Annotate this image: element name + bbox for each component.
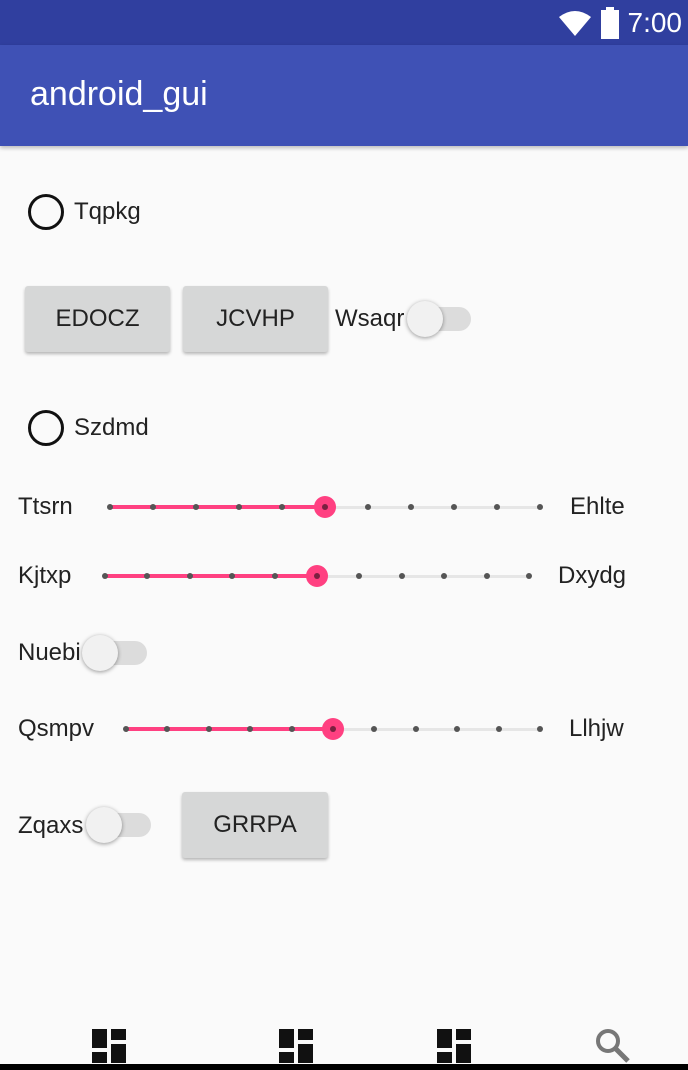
slider-tick [107, 504, 113, 510]
status-bar: 7:00 [0, 0, 688, 45]
radio-label: Szdmd [74, 414, 149, 441]
slider-tick [441, 573, 448, 579]
radio-tqpkg[interactable]: Tqpkg [28, 194, 141, 230]
app-title: android_gui [30, 75, 208, 113]
status-icons: 7:00 [558, 6, 683, 40]
slider-kjtxp-dxydg[interactable] [102, 556, 532, 596]
radio-button-circle[interactable] [28, 194, 64, 230]
slider-tick [356, 573, 363, 579]
jcvhp-button[interactable]: JCVHP [183, 286, 328, 352]
slider-1-left-label: Ttsrn [18, 493, 73, 520]
battery-icon [600, 7, 619, 39]
switch-label-wsaqr: Wsaqr [335, 305, 405, 332]
app-bar: android_gui [0, 45, 688, 146]
slider-qsmpv-llhjw[interactable] [123, 709, 543, 749]
dashboard-icon[interactable] [436, 1028, 472, 1064]
slider-tick [451, 504, 457, 510]
slider-tick [123, 726, 129, 732]
switch-thumb[interactable] [86, 807, 122, 843]
switch-label-nuebi: Nuebi [18, 639, 81, 666]
slider-tick [371, 726, 378, 732]
slider-tick [150, 504, 156, 510]
slider-thumb[interactable] [314, 496, 336, 518]
slider-fill [105, 574, 317, 578]
slider-3-left-label: Qsmpv [18, 715, 95, 742]
slider-tick [495, 726, 502, 732]
slider-thumb[interactable] [306, 565, 328, 587]
slider-1-right-label: Ehlte [570, 493, 625, 520]
slider-tick [483, 573, 490, 579]
edocz-button[interactable]: EDOCZ [25, 286, 170, 352]
slider-tick [229, 573, 236, 579]
slider-thumb[interactable] [322, 718, 344, 740]
slider-2-right-label: Dxydg [558, 562, 627, 589]
dashboard-icon[interactable] [278, 1028, 314, 1064]
bottom-navigation [0, 1010, 688, 1070]
switch-thumb[interactable] [82, 635, 118, 671]
switch-thumb[interactable] [407, 301, 443, 337]
slider-tick [412, 726, 419, 732]
slider-tick [365, 504, 371, 510]
grrpa-button[interactable]: GRRPA [182, 792, 328, 858]
search-icon[interactable] [595, 1028, 631, 1064]
wifi-icon [558, 11, 591, 36]
radio-szdmd[interactable]: Szdmd [28, 410, 149, 446]
radio-label: Tqpkg [74, 198, 141, 225]
slider-tick [526, 573, 532, 579]
slider-tick [454, 726, 461, 732]
slider-tick [271, 573, 278, 579]
slider-tick [205, 726, 212, 732]
slider-tick [279, 504, 285, 510]
slider-tick [144, 573, 151, 579]
slider-tick [186, 573, 193, 579]
slider-tick [537, 726, 543, 732]
slider-3-right-label: Llhjw [569, 715, 624, 742]
slider-2-left-label: Kjtxp [18, 562, 72, 589]
slider-tick [398, 573, 405, 579]
navigation-bar-edge [0, 1064, 688, 1070]
slider-tick [408, 504, 414, 510]
slider-tick [537, 504, 543, 510]
slider-fill [110, 505, 325, 509]
switch-label-zqaxs: Zqaxs [18, 812, 84, 839]
status-time: 7:00 [627, 7, 683, 38]
radio-button-circle[interactable] [28, 410, 64, 446]
slider-tick [193, 504, 199, 510]
slider-ttsrn-ehlte[interactable] [107, 487, 543, 527]
slider-tick [288, 726, 295, 732]
slider-tick [236, 504, 242, 510]
slider-tick [247, 726, 254, 732]
dashboard-icon[interactable] [91, 1028, 127, 1064]
slider-tick [102, 573, 108, 579]
slider-fill [126, 727, 333, 731]
slider-tick [164, 726, 171, 732]
slider-tick [494, 504, 500, 510]
